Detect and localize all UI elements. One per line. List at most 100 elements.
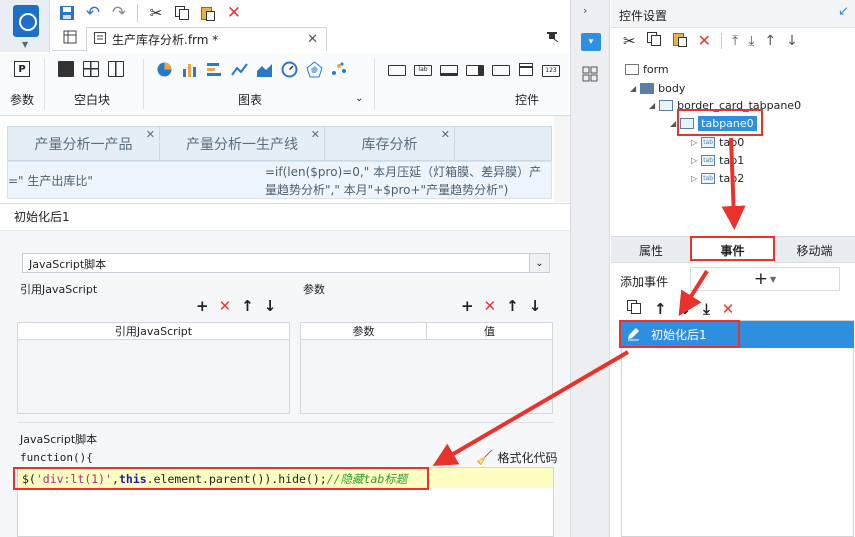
add-icon[interactable]: + [196,297,209,315]
move-bottom-icon[interactable]: ⤓ [748,33,754,49]
add-icon[interactable]: + [461,297,474,315]
cut-icon[interactable]: ✂ [145,2,167,24]
canvas-scrollbar[interactable] [554,116,570,202]
tree-node-tab0[interactable]: ▷ tab tab0 [691,136,744,149]
component-icon[interactable] [582,66,598,85]
pie-chart-icon[interactable] [156,61,173,81]
formula-cell[interactable]: =if(len($pro)=0," 本月压延（灯箱膜、差异膜）产 量趋势分析",… [265,163,555,199]
format-code-button[interactable]: 🧹 格式化代码 [476,449,557,466]
expand-icon[interactable]: ▷ [691,156,697,165]
redo-icon[interactable]: ↷ [108,2,130,24]
expand-icon[interactable]: ◢ [670,119,676,128]
event-editor-header [0,203,570,231]
document-tab[interactable]: 生产库存分析.frm * ✕ [86,27,327,51]
split-layout-icon[interactable] [83,61,99,77]
grid-icon[interactable] [63,30,77,48]
chevron-down-icon[interactable]: ⌄ [529,254,549,272]
ref-js-column-header: 引用JavaScript [18,323,289,340]
expand-icon[interactable]: ▷ [691,174,697,183]
move-bottom-icon[interactable]: ⤓ [703,300,710,318]
close-icon[interactable]: ✕ [311,128,320,141]
copy-icon[interactable] [646,31,662,50]
arrow-up-icon[interactable]: ↑ [241,297,254,315]
expand-icon[interactable]: ◢ [630,84,636,93]
preview-tab[interactable]: 产量分析一生产线 ✕ [160,127,325,160]
radar-chart-icon[interactable] [306,61,323,81]
tab-events[interactable]: 事件 [691,237,774,263]
copy-icon[interactable] [171,2,193,24]
preview-tab[interactable]: 库存分析 ✕ [325,127,455,160]
tab-properties[interactable]: 属性 [611,237,691,263]
arrow-up-icon[interactable]: ↑ [506,297,519,315]
save-icon[interactable] [56,2,78,24]
app-logo-button[interactable]: ▼ [0,0,50,52]
script-type-select[interactable]: JavaScript脚本 ⌄ [22,253,550,273]
event-list-item[interactable]: 初始化后1 [621,321,854,348]
collapse-arrow-icon[interactable]: ↙ [838,4,849,19]
code-token: .element.parent()).hide(); [146,472,327,486]
widget-settings-toggle[interactable]: ▾ [581,33,601,51]
expand-icon[interactable]: ◢ [649,101,655,110]
horizontal-bar-chart-icon[interactable] [206,61,223,81]
number-widget-icon[interactable]: 123 [542,64,560,77]
preview-tab-label: 库存分析 [361,136,418,153]
close-icon[interactable]: ✕ [441,128,450,141]
list-widget-icon[interactable] [492,65,510,76]
tree-node-body[interactable]: ◢ body [630,82,685,95]
add-icon: + [753,269,769,289]
arrow-down-icon[interactable]: ↓ [529,297,542,315]
preview-tab[interactable]: 产量分析一产品 ✕ [8,127,160,160]
arrow-up-icon[interactable]: ↑ [654,300,667,318]
delete-icon[interactable]: ✕ [722,300,735,318]
button-widget-icon[interactable] [440,65,458,76]
textbox-icon[interactable] [388,65,406,76]
edit-icon[interactable] [626,326,641,344]
delete-icon[interactable]: ✕ [484,297,497,315]
tree-node-form[interactable]: form [625,63,669,76]
paste-icon[interactable] [197,2,219,24]
move-down-icon[interactable]: ↓ [786,33,798,49]
tab-mobile[interactable]: 移动端 [774,237,855,263]
add-event-button[interactable]: + ▼ [690,267,840,291]
close-icon[interactable]: ✕ [307,32,318,47]
tree-node-border-card[interactable]: ◢ border_card_tabpane0 [649,99,801,112]
ref-js-table[interactable]: 引用JavaScript [17,322,290,414]
absolute-layout-icon[interactable] [58,61,74,77]
delete-icon[interactable]: ✕ [698,31,711,50]
move-up-icon[interactable]: ↑ [764,33,776,49]
arrow-down-icon[interactable]: ↓ [264,297,277,315]
move-top-icon[interactable]: ⤒ [732,33,738,49]
grid-layout-icon[interactable] [108,61,124,77]
copy-icon[interactable] [626,299,642,318]
label-widget-icon[interactable]: lab [414,65,432,76]
expand-icon[interactable]: ▷ [691,138,697,147]
undo-icon[interactable]: ↶ [82,2,104,24]
tabpane-preview[interactable]: 产量分析一产品 ✕ 产量分析一生产线 ✕ 库存分析 ✕ [7,126,552,161]
param-table[interactable]: 参数 值 [300,322,553,414]
formula-cell[interactable]: =" 生产出库比" [8,172,93,189]
line-chart-icon[interactable] [231,61,248,81]
dropdown-widget-icon[interactable] [466,65,484,76]
delete-icon[interactable]: ✕ [223,2,245,24]
gauge-chart-icon[interactable] [281,61,298,81]
close-icon[interactable]: ✕ [146,128,155,141]
tree-node-tab2[interactable]: ▷ tab tab2 [691,172,744,185]
area-chart-icon[interactable] [256,61,273,81]
cut-icon[interactable]: ✂ [623,32,636,50]
arrow-down-icon[interactable]: ↓ [679,300,692,318]
preview-tab-label: 产量分析一产品 [34,136,133,153]
tree-node-tabpane[interactable]: ◢ tabpane0 [670,116,757,131]
chevron-down-icon[interactable]: ⌄ [355,93,363,104]
event-list[interactable] [621,320,854,537]
delete-icon[interactable]: ✕ [219,297,232,315]
pin-icon[interactable] [545,30,559,45]
expand-icon[interactable]: › [583,4,587,17]
bar-chart-icon[interactable] [181,61,198,81]
scatter-chart-icon[interactable] [331,61,348,81]
paste-icon[interactable] [672,31,688,50]
tree-node-tab1[interactable]: ▷ tab tab1 [691,154,744,167]
document-icon [93,31,107,48]
code-line[interactable]: $('div:lt(1)',this.element.parent()).hid… [18,468,553,488]
param-icon[interactable]: P [14,61,30,77]
date-widget-icon[interactable] [518,61,534,80]
